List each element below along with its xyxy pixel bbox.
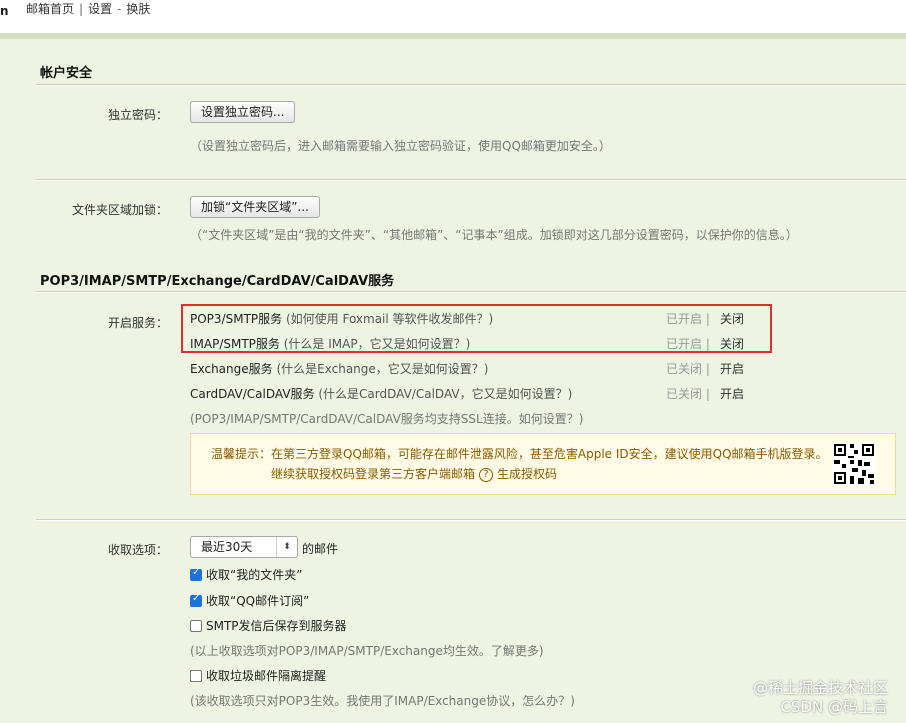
divider-highlight xyxy=(36,520,906,521)
option-junk-reminder[interactable]: 收取垃圾邮件隔离提醒 xyxy=(190,667,326,684)
divider-highlight xyxy=(36,85,906,86)
service-help-link[interactable]: (什么是CardDAV/CalDAV，它又是如何设置？) xyxy=(318,387,572,401)
watermark: CSDN @码上言 xyxy=(780,698,888,716)
qr-code-icon xyxy=(832,442,876,486)
breadcrumb-home-link[interactable]: 邮箱首页 xyxy=(26,0,74,17)
service-toggle-button[interactable]: 开启 xyxy=(720,385,744,402)
service-name: IMAP/SMTP服务 xyxy=(190,337,280,351)
tip-line-2: 继续获取授权码登录第三方客户端邮箱? 生成授权码 xyxy=(271,465,557,482)
tip-line: 温馨提示：在第三方登录QQ邮箱，可能存在邮件泄露风险，甚至危害Apple ID安… xyxy=(211,447,828,461)
independent-password-hint: （设置独立密码后，进入邮箱需要输入独立密码验证，使用QQ邮箱更加安全。） xyxy=(190,139,611,153)
service-row-carddav: CardDAV/CalDAV服务 (什么是CardDAV/CalDAV，它又是如… xyxy=(190,385,572,402)
cropped-logo-text: n xyxy=(0,4,9,18)
service-state: 已关闭 | xyxy=(666,387,710,401)
option-my-folders[interactable]: 收取“我的文件夹” xyxy=(190,566,302,583)
service-row-exchange: Exchange服务 (什么是Exchange，它又是如何设置？) xyxy=(190,360,488,377)
section-title-services: POP3/IMAP/SMTP/Exchange/CardDAV/CalDAV服务 xyxy=(40,274,395,289)
checkbox-unchecked[interactable] xyxy=(190,620,202,632)
service-toggle-button[interactable]: 开启 xyxy=(720,360,744,377)
service-name: POP3/SMTP服务 xyxy=(190,312,283,326)
generate-auth-code-link[interactable]: 生成授权码 xyxy=(497,467,557,481)
updown-arrows-icon: ⬍ xyxy=(276,537,297,557)
service-name: CardDAV/CalDAV服务 xyxy=(190,387,315,401)
section-title-account-security: 帐户安全 xyxy=(40,66,93,81)
ssl-note: (POP3/IMAP/SMTP/CardDAV/CalDAV服务均支持SSL连接… xyxy=(190,412,584,426)
service-toggle-button[interactable]: 关闭 xyxy=(720,310,744,327)
checkbox-checked[interactable] xyxy=(190,593,202,607)
option-qq-subscription[interactable]: 收取“QQ邮件订阅” xyxy=(190,592,309,609)
service-help-link[interactable]: (如何使用 Foxmail 等软件收发邮件？) xyxy=(286,312,493,326)
service-row-imap: IMAP/SMTP服务 (什么是 IMAP，它又是如何设置？) xyxy=(190,335,470,352)
service-name: Exchange服务 xyxy=(190,362,273,376)
help-circle-icon[interactable]: ? xyxy=(479,467,494,482)
option-label: 收取“QQ邮件订阅” xyxy=(206,594,310,608)
independent-password-label: 独立密码： xyxy=(107,108,168,122)
option-label: 收取“我的文件夹” xyxy=(206,568,303,582)
service-row-pop3: POP3/SMTP服务 (如何使用 Foxmail 等软件收发邮件？) xyxy=(190,310,493,327)
service-state: 已开启 | xyxy=(666,312,710,326)
breadcrumb-dash: - xyxy=(117,2,122,16)
top-bar: n 邮箱首页 | 设置 - 换肤 xyxy=(0,0,906,30)
checkbox-checked[interactable] xyxy=(190,567,202,581)
service-toggle-button[interactable]: 关闭 xyxy=(720,335,744,352)
receive-note: (以上收取选项对POP3/IMAP/SMTP/Exchange均生效。了解更多) xyxy=(190,644,544,658)
enable-services-label: 开启服务： xyxy=(107,316,168,330)
option-label: SMTP发信后保存到服务器 xyxy=(206,619,347,633)
folder-lock-label: 文件夹区域加锁： xyxy=(71,203,168,217)
service-state: 已开启 | xyxy=(666,337,710,351)
pop3-note: (该收取选项只对POP3生效。我使用了IMAP/Exchange协议，怎么办？) xyxy=(190,694,575,708)
select-value: 最近30天 xyxy=(201,540,253,554)
service-help-link[interactable]: (什么是 IMAP，它又是如何设置？) xyxy=(284,337,471,351)
receive-options-label: 收取选项： xyxy=(107,543,168,557)
get-auth-code-text: 继续获取授权码登录第三方客户端邮箱 xyxy=(271,467,476,481)
select-suffix: 的邮件 xyxy=(302,542,339,556)
breadcrumb-settings: 设置 xyxy=(88,2,113,16)
breadcrumb: 邮箱首页 | 设置 - 换肤 xyxy=(26,0,150,17)
receive-range-select[interactable]: 最近30天 ⬍ xyxy=(190,536,298,558)
service-help-link[interactable]: (什么是Exchange，它又是如何设置？) xyxy=(276,362,488,376)
folder-lock-hint: （“文件夹区域”是由“我的文件夹”、“其他邮箱”、“记事本”组成。加锁即对这几部… xyxy=(190,228,798,242)
lock-folder-area-button[interactable]: 加锁“文件夹区域”... xyxy=(190,196,320,218)
breadcrumb-separator: | xyxy=(79,2,84,16)
divider-highlight xyxy=(36,292,906,293)
security-tip-box: 温馨提示：在第三方登录QQ邮箱，可能存在邮件泄露风险，甚至危害Apple ID安… xyxy=(190,433,896,495)
option-label: 收取垃圾邮件隔离提醒 xyxy=(206,669,327,683)
watermark: @稀土掘金技术社区 xyxy=(752,679,888,697)
option-smtp-save[interactable]: SMTP发信后保存到服务器 xyxy=(190,617,347,634)
service-state: 已关闭 | xyxy=(666,362,710,376)
checkbox-unchecked[interactable] xyxy=(190,670,202,682)
divider-highlight xyxy=(36,180,906,181)
set-independent-password-button[interactable]: 设置独立密码... xyxy=(190,101,296,123)
breadcrumb-skin-link[interactable]: 换肤 xyxy=(126,0,150,17)
